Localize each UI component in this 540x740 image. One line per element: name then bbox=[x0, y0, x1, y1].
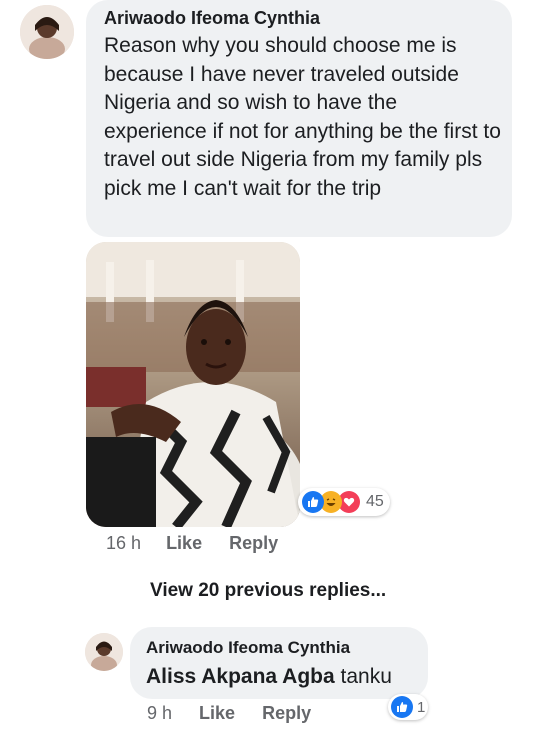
avatar[interactable] bbox=[20, 5, 74, 59]
comment-author[interactable]: Ariwaodo Ifeoma Cynthia bbox=[104, 8, 320, 29]
reply-reply-button[interactable]: Reply bbox=[262, 703, 311, 723]
reply-avatar[interactable] bbox=[85, 633, 123, 671]
comment-photo[interactable] bbox=[86, 242, 300, 527]
reply-text: tanku bbox=[340, 665, 392, 688]
reply-timestamp[interactable]: 9 h bbox=[147, 703, 172, 723]
comment-timestamp[interactable]: 16 h bbox=[106, 533, 141, 553]
reply-button[interactable]: Reply bbox=[229, 533, 278, 553]
like-icon bbox=[302, 491, 324, 513]
like-button[interactable]: Like bbox=[166, 533, 202, 553]
reply-reactions-summary[interactable]: 1 bbox=[388, 694, 428, 720]
reactions-summary[interactable]: 45 bbox=[298, 488, 390, 516]
reply-actions: 9 h Like Reply bbox=[147, 703, 327, 724]
reply-reaction-count: 1 bbox=[417, 698, 426, 716]
reaction-count: 45 bbox=[366, 493, 384, 510]
like-icon bbox=[391, 696, 413, 718]
reply-mention[interactable]: Aliss Akpana Agba bbox=[146, 665, 335, 688]
reply-like-button[interactable]: Like bbox=[199, 703, 235, 723]
reply-author[interactable]: Ariwaodo Ifeoma Cynthia bbox=[146, 638, 350, 658]
reply-bubble: Ariwaodo Ifeoma Cynthia Aliss Akpana Agb… bbox=[130, 627, 428, 699]
reply-text-line: Aliss Akpana Agba tanku bbox=[146, 665, 392, 689]
comment-text: Reason why you should choose me is becau… bbox=[104, 34, 501, 200]
comment-actions: 16 h Like Reply bbox=[106, 533, 294, 554]
view-previous-replies-link[interactable]: View 20 previous replies... bbox=[150, 580, 386, 602]
comment-bubble: Ariwaodo Ifeoma Cynthia Reason why you s… bbox=[86, 0, 512, 237]
